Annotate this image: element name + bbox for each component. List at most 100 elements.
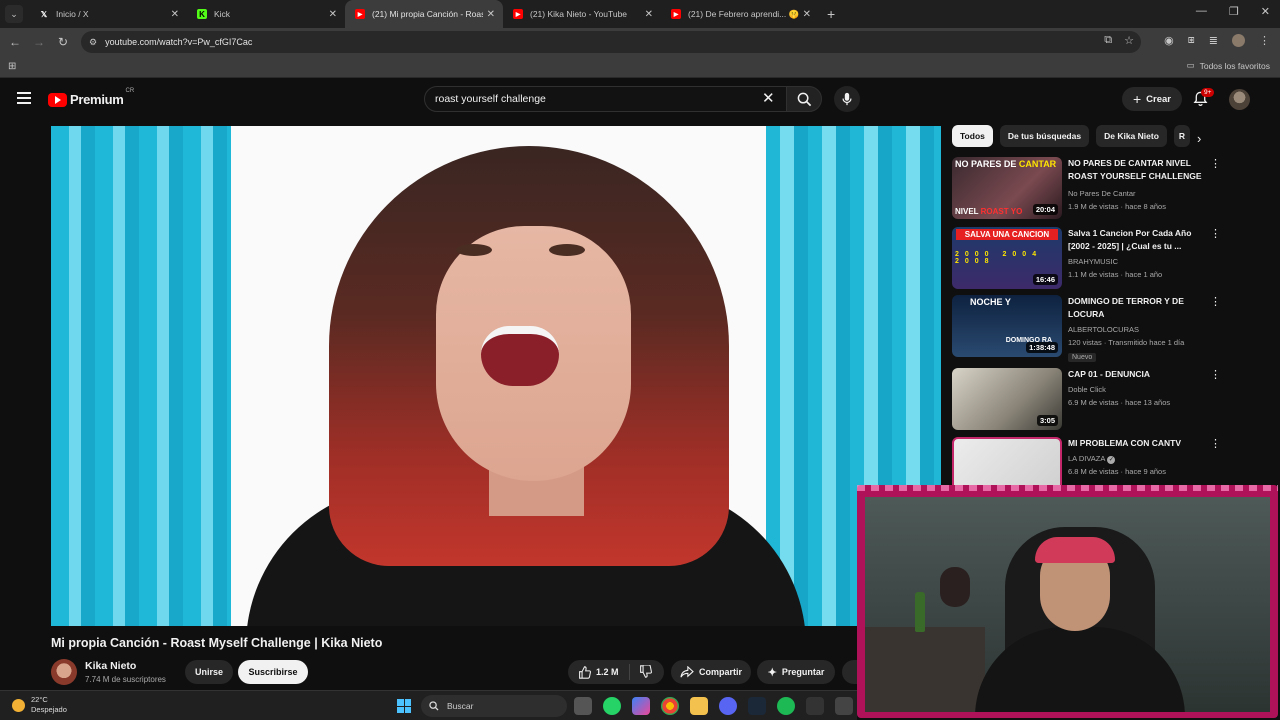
video-thumbnail[interactable]: NO PARES DE CANTAR NIVEL ROAST YO 20:04 [952, 157, 1062, 219]
video-thumbnail[interactable]: 3:05 [952, 368, 1062, 430]
extension-icon[interactable]: ◉ [1164, 34, 1174, 47]
search-button[interactable] [786, 86, 822, 112]
app-icon[interactable] [806, 697, 824, 715]
steam-icon[interactable] [748, 697, 766, 715]
browser-tab-active[interactable]: ▶ (21) Mi propia Canción - Roast ✕ [345, 0, 503, 28]
browser-tab[interactable]: ▶ (21) Kika Nieto - YouTube ✕ [503, 0, 661, 28]
spotify-icon[interactable] [777, 697, 795, 715]
chip-from-channel[interactable]: De Kika Nieto [1096, 125, 1167, 147]
browser-tab[interactable]: K Kick ✕ [187, 0, 345, 28]
video-duration: 1:38:48 [1026, 342, 1058, 353]
recommendation-channel[interactable]: Doble Click [1068, 383, 1208, 396]
recommendation-item[interactable]: 3:05 CAP 01 - DENUNCIA Doble Click 6.9 M… [952, 368, 1222, 430]
maximize-icon[interactable]: ❐ [1229, 5, 1239, 18]
video-player[interactable] [51, 126, 941, 626]
browser-tab[interactable]: 𝕏 Inicio / X ✕ [29, 0, 187, 28]
kebab-menu-icon[interactable]: ⋮ [1259, 34, 1270, 47]
search-input[interactable]: roast yourself challenge [424, 86, 788, 112]
recommendation-channel[interactable]: ALBERTOLOCURAS [1068, 323, 1208, 336]
chevron-right-icon[interactable]: › [1197, 131, 1201, 146]
close-tab-icon[interactable]: ✕ [645, 9, 653, 20]
channel-name[interactable]: Kika Nieto [85, 660, 136, 672]
file-explorer-icon[interactable] [690, 697, 708, 715]
tab-search-button[interactable]: ⌄ [5, 5, 23, 23]
copilot-icon[interactable] [632, 697, 650, 715]
like-button[interactable]: 1.2 M [568, 664, 630, 680]
minimize-icon[interactable]: — [1196, 5, 1207, 18]
profile-avatar[interactable] [1232, 34, 1245, 47]
thumbs-down-icon [640, 663, 652, 678]
windows-start-icon[interactable] [397, 699, 411, 713]
new-tab-icon[interactable]: + [827, 6, 835, 22]
recommendation-title[interactable]: MI PROBLEMA CON CANTV [1068, 437, 1208, 450]
chip-all[interactable]: Todos [952, 125, 993, 147]
close-tab-icon[interactable]: ✕ [487, 9, 495, 20]
share-icon [680, 666, 694, 678]
share-button[interactable]: Compartir [671, 660, 751, 684]
all-bookmarks-button[interactable]: ▭ Todos los favoritos [1187, 60, 1270, 71]
video-duration: 20:04 [1032, 204, 1058, 215]
bookmarks-bar: ⊞ ▭ Todos los favoritos [0, 56, 1280, 78]
more-options-icon[interactable]: ⋮ [1210, 159, 1221, 170]
puzzle-icon[interactable]: ⧆ [1188, 34, 1195, 47]
close-tab-icon[interactable]: ✕ [171, 9, 179, 20]
recommendation-channel[interactable]: No Pares De Cantar [1068, 187, 1208, 200]
close-tab-icon[interactable]: ✕ [329, 9, 337, 20]
weather-widget[interactable]: 22°C Despejado [12, 695, 67, 715]
more-options-icon[interactable]: ⋮ [1210, 229, 1221, 240]
recommendation-title[interactable]: DOMINGO DE TERROR Y DE LOCURA [1068, 295, 1208, 321]
chip-more[interactable]: R [1173, 125, 1190, 147]
recommendation-channel[interactable]: LA DIVAZA ✓ [1068, 452, 1208, 465]
ask-button[interactable]: ✦ Preguntar [757, 660, 835, 684]
recommendation-stats: 6.8 M de vistas · hace 9 años [1068, 467, 1166, 476]
taskbar-search[interactable]: Buscar [421, 695, 567, 717]
app-icon[interactable] [835, 697, 853, 715]
install-app-icon[interactable]: ⧉ [1104, 34, 1112, 47]
clear-search-icon[interactable]: ✕ [762, 91, 775, 107]
recommendation-title[interactable]: Salva 1 Cancion Por Cada Año [2002 - 202… [1068, 227, 1208, 253]
subscribe-button[interactable]: Suscribirse [238, 660, 308, 684]
join-button[interactable]: Unirse [185, 660, 233, 684]
video-thumbnail[interactable]: NOCHE Y DOMINGO RA 1:38:48 [952, 295, 1062, 357]
more-options-icon[interactable]: ⋮ [1210, 370, 1221, 381]
more-options-icon[interactable]: ⋮ [1210, 297, 1221, 308]
close-window-icon[interactable]: ✕ [1261, 5, 1270, 18]
channel-avatar[interactable] [51, 659, 77, 685]
chip-from-searches[interactable]: De tus búsquedas [999, 125, 1090, 147]
discord-icon[interactable] [719, 697, 737, 715]
task-view-icon[interactable] [574, 697, 592, 715]
bookmark-star-icon[interactable]: ☆ [1124, 34, 1134, 47]
webcam-overlay [857, 485, 1278, 718]
browser-tab[interactable]: ▶ (21) De Febrero aprendi... 🤫 - ✕ [661, 0, 819, 28]
more-options-icon[interactable]: ⋮ [1210, 439, 1221, 450]
notifications-button[interactable]: 9+ [1193, 88, 1215, 112]
overlay-decoration [857, 485, 1278, 491]
window-controls: — ❐ ✕ [1196, 5, 1270, 18]
back-arrow-icon[interactable]: ← [3, 35, 27, 49]
url-input[interactable]: ⚙ youtube.com/watch?v=Pw_cfGI7Cac [81, 31, 1141, 53]
recommendation-channel[interactable]: BRAHYMUSIC [1068, 255, 1208, 268]
media-control-icon[interactable]: ≣ [1209, 34, 1218, 47]
youtube-premium-logo[interactable]: Premium CR [48, 88, 134, 107]
apps-grid-icon[interactable]: ⊞ [8, 61, 16, 72]
thumbnail-text: NO PARES DE CANTAR [955, 159, 1057, 169]
recommendation-item[interactable]: SALVA UNA CANCION 2000 2004 2008 16:46 S… [952, 227, 1222, 289]
voice-search-button[interactable] [834, 86, 860, 112]
hamburger-menu-icon[interactable] [17, 92, 31, 107]
reload-icon[interactable]: ↻ [51, 35, 75, 49]
recommendation-item[interactable]: NOCHE Y DOMINGO RA 1:38:48 DOMINGO DE TE… [952, 295, 1222, 362]
account-avatar[interactable] [1229, 89, 1250, 110]
recommendation-title[interactable]: NO PARES DE CANTAR NIVEL ROAST YOURSELF … [1068, 157, 1208, 183]
chrome-icon[interactable] [661, 697, 679, 715]
video-thumbnail[interactable]: SALVA UNA CANCION 2000 2004 2008 16:46 [952, 227, 1062, 289]
close-tab-icon[interactable]: ✕ [803, 9, 811, 20]
recommendation-item[interactable]: NO PARES DE CANTAR NIVEL ROAST YO 20:04 … [952, 157, 1222, 219]
site-info-icon[interactable]: ⚙ [89, 37, 97, 48]
recommendation-title[interactable]: CAP 01 - DENUNCIA [1068, 368, 1208, 381]
webcam-scene [940, 567, 970, 607]
create-button[interactable]: + Crear [1122, 87, 1182, 111]
forward-arrow-icon[interactable]: → [27, 35, 51, 49]
dislike-button[interactable] [630, 663, 652, 680]
whatsapp-icon[interactable] [603, 697, 621, 715]
browser-tab-strip: ⌄ 𝕏 Inicio / X ✕ K Kick ✕ ▶ (21) Mi prop… [0, 0, 1280, 28]
